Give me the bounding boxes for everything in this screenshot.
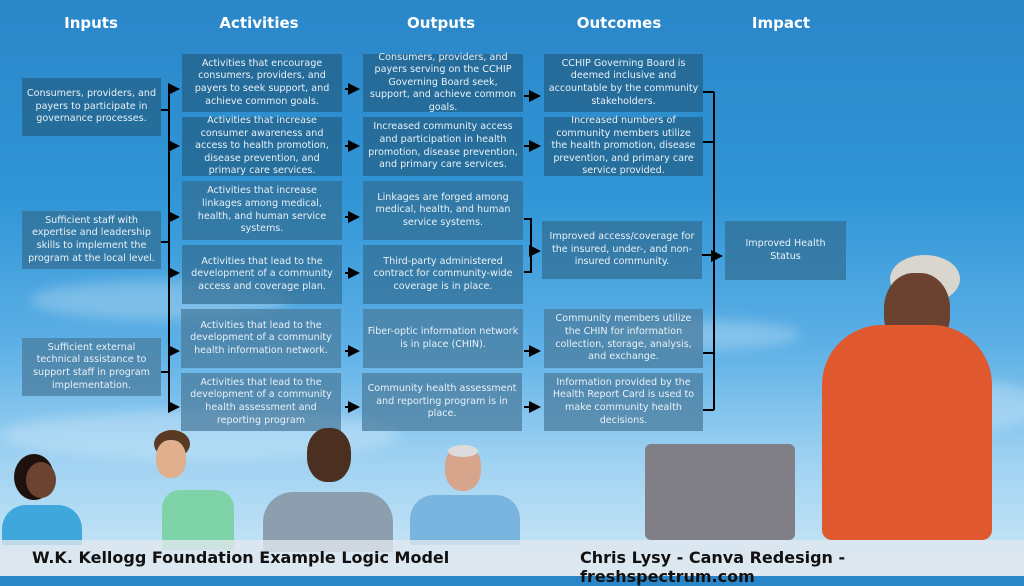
connector-bracket-outputs-3-4: [524, 218, 532, 273]
header-impact: Impact: [751, 14, 811, 32]
output-box-3: Linkages are forged among medical, healt…: [363, 181, 523, 240]
outcome-box-5: Information provided by the Health Repor…: [544, 373, 703, 431]
outcome-box-1: CCHIP Governing Board is deemed inclusiv…: [544, 54, 703, 112]
outcome-box-3: Improved access/coverage for the insured…: [542, 221, 702, 279]
header-outputs: Outputs: [406, 14, 476, 32]
photo-woman-cooking: [812, 255, 1002, 540]
activity-box-6: Activities that lead to the development …: [181, 373, 341, 431]
photo-laptop: [645, 444, 795, 540]
activity-box-3: Activities that increase linkages among …: [182, 181, 342, 240]
activity-box-5: Activities that lead to the development …: [181, 309, 341, 368]
input-box-staff: Sufficient staff with expertise and lead…: [22, 211, 161, 269]
outcome-box-4: Community members utilize the CHIN for i…: [544, 309, 703, 368]
photo-patient: [140, 430, 240, 550]
footer-credit: Chris Lysy - Canva Redesign - freshspect…: [580, 548, 846, 586]
header-activities: Activities: [219, 14, 299, 32]
photo-older-man: [400, 445, 525, 545]
output-box-6: Community health assessment and reportin…: [362, 373, 522, 431]
photo-doctor: [255, 428, 395, 552]
header-inputs: Inputs: [64, 14, 118, 32]
activity-box-2: Activities that increase consumer awaren…: [182, 115, 342, 176]
header-outcomes: Outcomes: [576, 14, 662, 32]
input-box-technical-assistance: Sufficient external technical assistance…: [22, 338, 161, 396]
activity-box-4: Activities that lead to the development …: [182, 245, 342, 304]
outcome-box-2: Increased numbers of community members u…: [544, 115, 703, 176]
input-box-governance: Consumers, providers, and payers to part…: [22, 78, 161, 136]
footer-title: W.K. Kellogg Foundation Example Logic Mo…: [32, 548, 450, 567]
activity-box-1: Activities that encourage consumers, pro…: [182, 54, 342, 112]
output-box-5: Fiber-optic information network is in pl…: [363, 309, 523, 368]
output-box-1: Consumers, providers, and payers serving…: [363, 52, 523, 113]
output-box-2: Increased community access and participa…: [363, 117, 523, 176]
output-box-4: Third-party administered contract for co…: [363, 245, 523, 304]
photo-nurse: [0, 450, 90, 545]
